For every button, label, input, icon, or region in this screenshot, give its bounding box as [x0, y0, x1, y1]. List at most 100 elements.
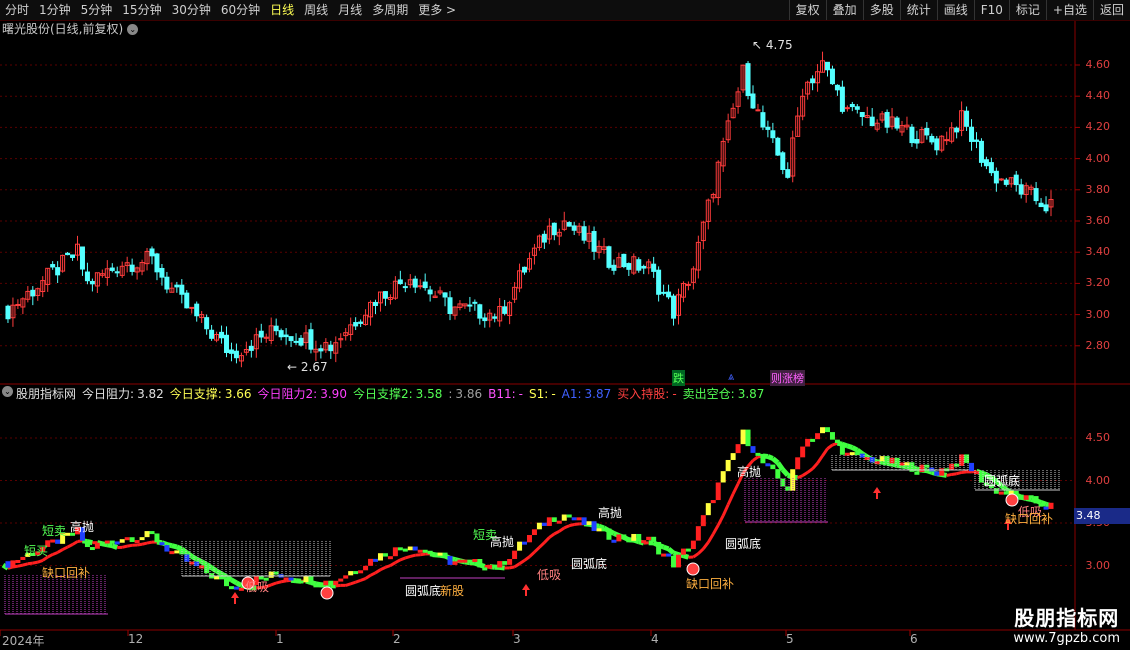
candle-body: [983, 159, 989, 167]
signal-bar: [184, 554, 190, 562]
candle-body: [184, 292, 190, 309]
candle-body: [671, 295, 677, 319]
signal-bar: [204, 565, 210, 574]
sub-axis-tick: 4.00: [1085, 473, 1111, 487]
trend-line: [230, 577, 238, 585]
candle-body: [829, 68, 835, 85]
trend-line: [17, 563, 24, 568]
candle-body: [228, 349, 234, 354]
date-tick: 4: [651, 632, 659, 646]
signal-bar: [626, 539, 632, 543]
candle-body: [929, 135, 935, 143]
signal-bar: [492, 564, 498, 568]
trend-line: [563, 524, 570, 530]
board-tag: 则涨榜: [770, 370, 805, 386]
signal-bar: [159, 542, 165, 546]
trend-line: [419, 552, 426, 557]
candle-body: [293, 340, 299, 343]
candle-body: [502, 306, 508, 314]
signal-bar: [328, 580, 334, 586]
signal-bar: [785, 486, 791, 491]
candle-body: [551, 222, 557, 236]
trend-line: [826, 443, 834, 450]
signal-bar: [954, 463, 960, 467]
trend-line: [533, 546, 541, 554]
signal-bar: [636, 533, 642, 542]
candle-body: [382, 291, 388, 299]
trend-line: [697, 547, 705, 555]
candle-body: [760, 112, 766, 128]
trend-line: [528, 550, 536, 558]
candle-body: [397, 279, 403, 285]
candle-body: [70, 254, 76, 258]
signal-bar: [457, 559, 463, 563]
trend-line: [275, 580, 282, 585]
candle-body: [656, 269, 662, 295]
signal-bar: [710, 500, 716, 504]
signal-bar: [1048, 502, 1054, 509]
signal-bar: [546, 517, 552, 526]
signal-bar: [849, 452, 855, 456]
trend-line: [350, 580, 357, 586]
trend-line: [364, 574, 372, 580]
signal-bar: [5, 561, 11, 568]
signal-bar: [219, 576, 225, 580]
signal-bar: [55, 539, 61, 544]
candle-body: [472, 301, 478, 304]
signal-bar: [755, 452, 761, 456]
candle-body: [442, 292, 448, 298]
candle-body: [566, 222, 572, 227]
signal-bar: [338, 578, 344, 582]
signal-bar: [656, 541, 662, 555]
signal-bar: [661, 553, 667, 557]
trend-line: [598, 523, 605, 531]
candle-body: [541, 233, 547, 243]
signal-bar: [820, 427, 826, 434]
candle-body: [174, 284, 180, 288]
signal-dot-icon: [686, 562, 700, 576]
candle-body: [661, 291, 667, 294]
signal-bar: [482, 567, 488, 571]
signal-bar: [348, 571, 354, 576]
signal-bar: [467, 559, 473, 563]
date-tick: 1: [276, 632, 284, 646]
signal-bar: [353, 571, 359, 575]
candle-body: [810, 78, 816, 84]
signal-bar: [829, 432, 835, 440]
trend-line: [548, 532, 556, 539]
trend-line: [543, 536, 551, 544]
candle-body: [482, 317, 488, 322]
candle-body: [154, 253, 160, 273]
signal-bar: [924, 464, 930, 468]
trend-line: [374, 568, 382, 575]
trend-line: [509, 565, 515, 570]
trend-line: [752, 455, 759, 462]
signal-bar: [129, 537, 135, 542]
signal-bar: [586, 521, 592, 525]
signal-label: 低吸: [245, 580, 270, 594]
trend-line: [404, 554, 411, 560]
signal-bar: [750, 446, 756, 453]
candle-body: [993, 170, 999, 184]
trend-line: [666, 546, 676, 555]
signal-bar: [591, 521, 597, 532]
candle-body: [248, 345, 254, 351]
signal-bar: [790, 469, 796, 491]
signal-bar: [685, 548, 691, 552]
signal-bar: [417, 549, 423, 553]
signal-label: 新股: [440, 584, 465, 598]
candle-body: [854, 106, 860, 110]
kline-chart[interactable]: [0, 0, 1130, 650]
candle-body: [233, 350, 239, 359]
candle-body: [839, 86, 845, 112]
candle-body: [308, 329, 314, 350]
signal-bar: [745, 429, 751, 447]
signal-bar: [889, 457, 895, 464]
trend-line: [499, 564, 505, 571]
up-marker-icon: ⩓: [728, 370, 735, 383]
candle-body: [824, 61, 830, 71]
signal-bar: [164, 545, 170, 552]
signal-bar: [288, 577, 294, 581]
trend-line: [806, 467, 814, 474]
watermark-url: www.7gpzb.com: [1013, 631, 1120, 646]
